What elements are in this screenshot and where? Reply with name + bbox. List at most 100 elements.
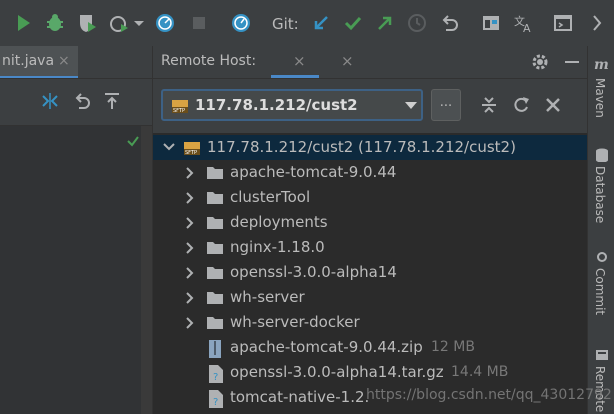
sftp-icon: SFTP — [171, 97, 189, 115]
tree-item-label: openssl-3.0.0-alpha14.tar.gz — [230, 363, 444, 381]
collapse-all-icon[interactable] — [479, 95, 499, 115]
folder-icon — [206, 240, 224, 256]
folder-icon — [206, 190, 224, 206]
unknown-file-icon: ? — [208, 365, 224, 383]
chevron-right-icon[interactable] — [185, 242, 195, 254]
editor-tab[interactable]: nit.java × — [0, 46, 78, 78]
stop-icon[interactable] — [188, 12, 210, 34]
tree-item[interactable]: nginx-1.18.0 — [153, 235, 588, 260]
close-icon[interactable]: × — [58, 53, 70, 69]
watermark-text: https://blog.csdn.net/qq_43012792 — [366, 387, 612, 403]
collapse-icon[interactable] — [40, 91, 60, 111]
editor-tab-bar: nit.java × — [0, 46, 152, 79]
tree-item-label: 117.78.1.212/cust2 (117.78.1.212/cust2) — [207, 138, 516, 156]
build-icon[interactable] — [230, 12, 252, 34]
gear-icon[interactable] — [531, 53, 549, 71]
tree-item-label: wh-server-docker — [230, 313, 360, 331]
file-size: 14.4 MB — [451, 364, 509, 380]
tree-item[interactable]: apache-tomcat-9.0.44 — [153, 160, 588, 185]
terminal-icon[interactable] — [552, 12, 574, 34]
maven-icon[interactable]: m — [594, 56, 610, 72]
tree-item-label: tomcat-native-1.2. — [230, 388, 370, 406]
right-tool-bar: m Maven Database Commit Remote — [587, 46, 614, 414]
editor-scrollbar[interactable] — [141, 126, 152, 414]
remote-host-panel: Remote Host: × × SFTP 117.78.1.212/cust2… — [152, 46, 588, 414]
file-size: 12 MB — [431, 339, 475, 355]
editor-gutter — [0, 126, 152, 414]
svg-text:?: ? — [213, 372, 218, 383]
remote-host-toolbar: SFTP 117.78.1.212/cust2 ... — [153, 79, 588, 131]
structure-icon[interactable] — [480, 12, 502, 34]
svg-text:SFTP: SFTP — [185, 150, 197, 156]
host-select-value: 117.78.1.212/cust2 — [195, 96, 358, 114]
folder-icon — [206, 315, 224, 331]
chevron-right-icon[interactable] — [185, 292, 195, 304]
editor-tab-label: nit.java — [2, 53, 55, 69]
coverage-icon[interactable] — [76, 12, 98, 34]
remote-host-icon[interactable] — [595, 348, 609, 362]
tree-item[interactable]: apache-tomcat-9.0.44.zip 12 MB — [153, 335, 588, 360]
debug-icon[interactable] — [44, 12, 66, 34]
close-icon[interactable]: × — [341, 52, 354, 70]
svg-text:A: A — [523, 22, 531, 34]
git-push-icon[interactable] — [374, 12, 396, 34]
chevron-down-icon[interactable] — [163, 142, 175, 152]
undo-icon[interactable] — [72, 91, 92, 111]
close-icon[interactable]: × — [293, 52, 306, 70]
tree-root[interactable]: SFTP 117.78.1.212/cust2 (117.78.1.212/cu… — [153, 135, 588, 160]
chevron-right-icon[interactable] — [185, 317, 195, 329]
upload-icon[interactable] — [102, 91, 122, 111]
sidebar-item-commit[interactable]: Commit — [593, 268, 607, 315]
editor-tools — [0, 79, 152, 126]
archive-icon — [208, 340, 222, 358]
sidebar-item-database[interactable]: Database — [593, 166, 607, 223]
svg-text:?: ? — [213, 397, 218, 408]
main-toolbar: Git: 文A — [0, 0, 614, 47]
minimize-icon[interactable] — [565, 61, 579, 63]
overflow-icon[interactable] — [586, 12, 608, 34]
chevron-right-icon[interactable] — [185, 217, 195, 229]
sftp-icon: SFTP — [183, 140, 201, 156]
tree-item[interactable]: ? openssl-3.0.0-alpha14.tar.gz 14.4 MB — [153, 360, 588, 385]
git-commit-icon[interactable] — [342, 12, 364, 34]
attach-icon[interactable] — [154, 12, 176, 34]
git-label: Git: — [272, 15, 299, 33]
tree-item[interactable]: deployments — [153, 210, 588, 235]
tree-item-label: wh-server — [230, 288, 305, 306]
check-icon — [126, 134, 140, 148]
browse-button[interactable]: ... — [431, 89, 461, 121]
run-icon[interactable] — [12, 12, 34, 34]
git-update-icon[interactable] — [310, 12, 332, 34]
host-select[interactable]: SFTP 117.78.1.212/cust2 — [161, 89, 423, 121]
tree-item[interactable]: wh-server — [153, 285, 588, 310]
svg-text:m: m — [594, 57, 609, 72]
tree-item-label: nginx-1.18.0 — [230, 238, 325, 256]
sidebar-item-maven[interactable]: Maven — [593, 78, 607, 118]
tree-item[interactable]: clusterTool — [153, 185, 588, 210]
tree-item-label: openssl-3.0.0-alpha14 — [230, 263, 397, 281]
tree-item-label: clusterTool — [230, 188, 311, 206]
folder-icon — [206, 265, 224, 281]
profile-icon[interactable] — [108, 12, 130, 34]
chevron-right-icon[interactable] — [185, 167, 195, 179]
chevron-down-icon[interactable] — [405, 102, 417, 110]
tree-item-label: apache-tomcat-9.0.44 — [230, 163, 397, 181]
chevron-right-icon[interactable] — [185, 267, 195, 279]
translate-icon[interactable]: 文A — [512, 12, 534, 34]
chevron-right-icon[interactable] — [185, 192, 195, 204]
remote-host-header: Remote Host: × × — [153, 46, 588, 79]
database-icon[interactable] — [595, 148, 609, 162]
folder-icon — [206, 290, 224, 306]
tree-item[interactable]: openssl-3.0.0-alpha14 — [153, 260, 588, 285]
refresh-icon[interactable] — [511, 95, 531, 115]
commit-icon[interactable] — [595, 250, 609, 264]
git-rollback-icon[interactable] — [438, 12, 460, 34]
folder-icon — [206, 165, 224, 181]
tree-item[interactable]: wh-server-docker — [153, 310, 588, 335]
git-history-icon[interactable] — [406, 12, 428, 34]
tree-item-label: deployments — [230, 213, 328, 231]
close-icon[interactable] — [543, 95, 563, 115]
dropdown-icon[interactable] — [132, 12, 146, 34]
remote-file-tree: SFTP 117.78.1.212/cust2 (117.78.1.212/cu… — [153, 133, 588, 414]
folder-icon — [206, 215, 224, 231]
